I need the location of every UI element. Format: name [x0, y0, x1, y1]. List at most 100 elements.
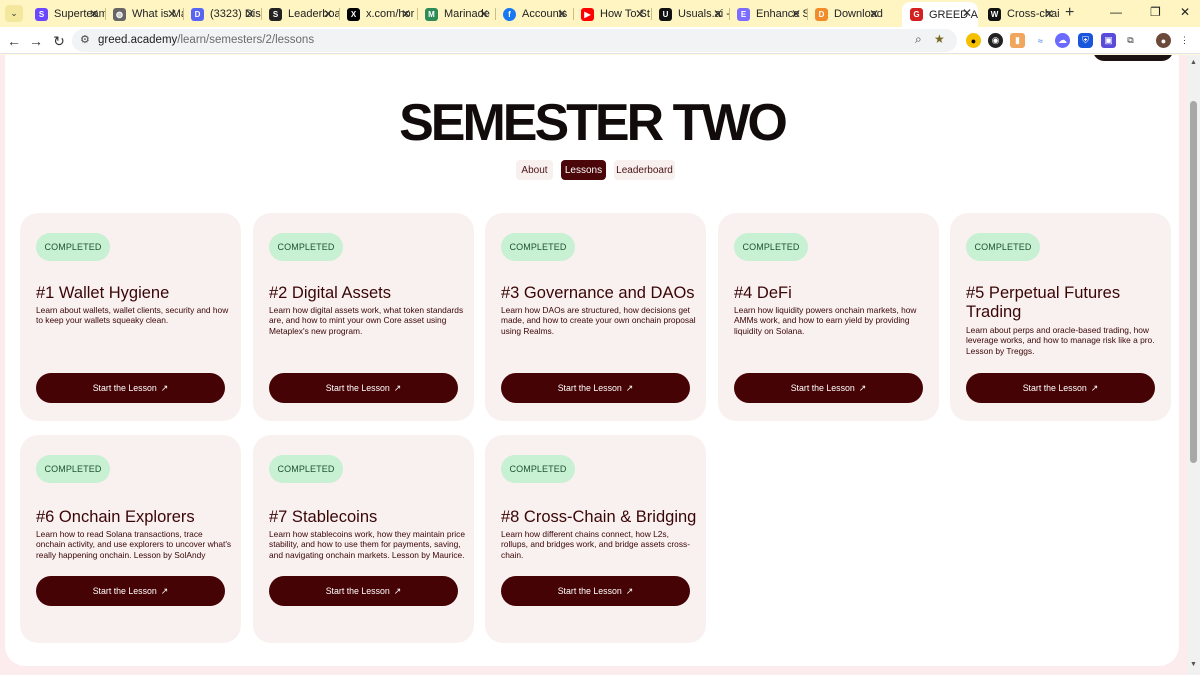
- page-scrollbar[interactable]: ▲ ▼: [1187, 55, 1200, 675]
- close-tab-icon[interactable]: ✕: [479, 7, 489, 21]
- restore-icon[interactable]: ❐: [1150, 5, 1161, 19]
- close-tab-icon[interactable]: ✕: [401, 7, 411, 21]
- browser-tab-active[interactable]: G GREED Ac ✕: [902, 2, 978, 27]
- browser-tab[interactable]: S Superteam ✕: [27, 3, 105, 25]
- wormhole-icon: W: [988, 7, 1001, 21]
- start-lesson-label: Start the Lesson: [790, 383, 855, 393]
- extension-snail-icon[interactable]: ●: [966, 33, 981, 48]
- reload-icon[interactable]: ↻: [49, 31, 69, 51]
- browser-tab[interactable]: W Cross-chai ✕: [980, 3, 1060, 25]
- lesson-card: COMPLETED #2 Digital Assets Learn how di…: [253, 213, 474, 421]
- extension-purple-icon[interactable]: ▣: [1101, 33, 1116, 48]
- completed-badge: COMPLETED: [36, 233, 110, 261]
- browser-tab[interactable]: M Marinade ✕: [417, 3, 495, 25]
- lesson-description: Learn about wallets, wallet clients, sec…: [36, 305, 229, 326]
- profile-avatar[interactable]: ●: [1156, 33, 1171, 48]
- browser-tab[interactable]: D (3323) Dis ✕: [183, 3, 261, 25]
- browser-tab[interactable]: ◍ What is Magic ✕: [105, 3, 183, 25]
- url-text[interactable]: greed.academy/learn/semesters/2/lessons: [98, 34, 314, 46]
- close-tab-icon[interactable]: ✕: [1044, 7, 1054, 21]
- main-panel: SEMESTER TWO About Lessons Leaderboard C…: [5, 55, 1179, 666]
- close-tab-icon[interactable]: ✕: [962, 6, 972, 20]
- start-lesson-button[interactable]: Start the Lesson ↗: [966, 373, 1155, 403]
- arrow-up-right-icon: ↗: [393, 585, 402, 596]
- extensions-puzzle-icon[interactable]: ⧉: [1123, 33, 1138, 48]
- completed-badge: COMPLETED: [734, 233, 808, 261]
- lesson-title: #5 Perpetual Futures Trading: [966, 284, 1121, 321]
- discord-icon: D: [191, 7, 204, 21]
- lesson-title: #1 Wallet Hygiene: [36, 284, 170, 302]
- marinade-icon: M: [425, 7, 438, 21]
- header-action-button[interactable]: [1093, 55, 1173, 61]
- start-lesson-button[interactable]: Start the Lesson ↗: [36, 373, 225, 403]
- page-title: SEMESTER TWO: [399, 94, 788, 152]
- close-tab-icon[interactable]: ✕: [869, 7, 879, 21]
- extension-dark-icon[interactable]: ◉: [988, 33, 1003, 48]
- browser-tab[interactable]: f Accounts ✕: [495, 3, 573, 25]
- tab-lessons[interactable]: Lessons: [561, 160, 606, 180]
- superteam-icon: S: [35, 7, 48, 21]
- lesson-description: Learn how different chains connect, how …: [501, 529, 690, 560]
- greed-icon: G: [910, 8, 923, 21]
- address-bar[interactable]: ⚙ greed.academy/learn/semesters/2/lesson…: [72, 29, 957, 52]
- browser-tab[interactable]: S Leaderboard ✕: [261, 3, 339, 25]
- close-tab-icon[interactable]: ✕: [89, 7, 99, 21]
- lesson-description: Learn how to read Solana transactions, t…: [36, 529, 232, 560]
- extension-cloud-icon[interactable]: ☁: [1055, 33, 1070, 48]
- extension-wave-icon[interactable]: ≈: [1033, 33, 1048, 48]
- browser-tab[interactable]: X x.com/hor ✕: [339, 3, 417, 25]
- lesson-card: COMPLETED #5 Perpetual Futures Trading L…: [950, 213, 1171, 421]
- browser-tab[interactable]: D Download ✕: [807, 3, 885, 25]
- lesson-description: Learn how digital assets work, what toke…: [269, 305, 464, 336]
- close-tab-icon[interactable]: ✕: [791, 7, 801, 21]
- url-path: /learn/semesters/2/lessons: [177, 34, 315, 46]
- lesson-title: #6 Onchain Explorers: [36, 508, 195, 526]
- zoom-icon[interactable]: ⌕: [915, 32, 922, 47]
- browser-tab[interactable]: E Enhance S ✕: [729, 3, 807, 25]
- close-tab-icon[interactable]: ✕: [323, 7, 333, 21]
- start-lesson-label: Start the Lesson: [557, 383, 622, 393]
- minimize-icon[interactable]: —: [1110, 5, 1122, 19]
- browser-tab[interactable]: ▶ How To St ✕: [573, 3, 651, 25]
- scroll-up-arrow-icon[interactable]: ▲: [1190, 59, 1197, 66]
- arrow-up-right-icon: ↗: [625, 382, 634, 393]
- close-tab-icon[interactable]: ✕: [245, 7, 255, 21]
- url-host: greed.academy: [98, 34, 178, 46]
- extension-bookmark-icon[interactable]: ▮: [1010, 33, 1025, 48]
- x-icon: X: [347, 7, 360, 21]
- close-tab-icon[interactable]: ✕: [557, 7, 567, 21]
- lesson-title: #8 Cross-Chain & Bridging: [501, 508, 697, 526]
- tab-leaderboard[interactable]: Leaderboard: [614, 160, 675, 180]
- start-lesson-label: Start the Lesson: [92, 383, 157, 393]
- scroll-down-arrow-icon[interactable]: ▼: [1190, 661, 1197, 668]
- lesson-title: #2 Digital Assets: [269, 284, 391, 302]
- forward-icon[interactable]: →: [26, 31, 46, 51]
- completed-badge: COMPLETED: [966, 233, 1040, 261]
- browser-menu-icon[interactable]: ⋮: [1177, 33, 1192, 48]
- window-close-icon[interactable]: ✕: [1180, 5, 1190, 19]
- site-settings-icon[interactable]: ⚙: [80, 33, 90, 46]
- start-lesson-button[interactable]: Start the Lesson ↗: [734, 373, 923, 403]
- new-tab-icon[interactable]: +: [1065, 4, 1074, 22]
- start-lesson-button[interactable]: Start the Lesson ↗: [501, 576, 690, 606]
- leaderboard-icon: S: [269, 7, 282, 21]
- start-lesson-button[interactable]: Start the Lesson ↗: [501, 373, 690, 403]
- start-lesson-button[interactable]: Start the Lesson ↗: [269, 576, 458, 606]
- close-tab-icon[interactable]: ✕: [635, 7, 645, 21]
- bookmark-star-icon[interactable]: ★: [934, 32, 945, 46]
- back-icon[interactable]: ←: [4, 31, 24, 51]
- lesson-description: Learn how DAOs are structured, how decis…: [501, 305, 696, 336]
- start-lesson-button[interactable]: Start the Lesson ↗: [269, 373, 458, 403]
- extension-shield-icon[interactable]: ⛨: [1078, 33, 1093, 48]
- facebook-icon: f: [503, 7, 516, 21]
- lesson-title: #7 Stablecoins: [269, 508, 378, 526]
- close-tab-icon[interactable]: ✕: [167, 7, 177, 21]
- completed-badge: COMPLETED: [501, 455, 575, 483]
- browser-tab[interactable]: U Usuals.ai - ✕: [651, 3, 729, 25]
- tab-search-chevron-icon[interactable]: ⌄: [5, 5, 23, 22]
- scrollbar-thumb[interactable]: [1190, 101, 1197, 463]
- close-tab-icon[interactable]: ✕: [713, 7, 723, 21]
- tab-about[interactable]: About: [516, 160, 553, 180]
- browser-tab-strip: ⌄ S Superteam ✕ ◍ What is Magic ✕ D (332…: [0, 0, 1200, 27]
- start-lesson-button[interactable]: Start the Lesson ↗: [36, 576, 225, 606]
